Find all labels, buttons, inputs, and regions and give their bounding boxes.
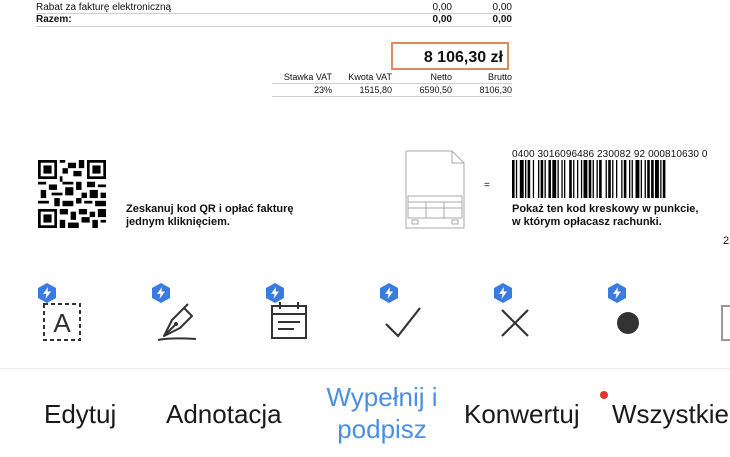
summary-row-total: Razem: 0,00 0,00 xyxy=(36,14,512,26)
total-amount[interactable]: 8 106,30 zł xyxy=(391,42,509,70)
divider xyxy=(272,96,512,97)
bill-icon xyxy=(405,150,465,229)
divider xyxy=(272,83,512,84)
vat-cell: 1515,80 xyxy=(359,85,392,95)
vat-header: Stawka VAT xyxy=(283,72,332,82)
vat-header: Kwota VAT xyxy=(348,72,392,82)
premium-badge-icon xyxy=(494,283,512,303)
square-icon xyxy=(721,305,730,341)
premium-badge-icon xyxy=(266,283,284,303)
barcode-icon xyxy=(512,160,666,198)
document-page: Rabat za fakturę elektroniczną 0,00 0,00… xyxy=(0,0,730,262)
qr-caption: Zeskanuj kod QR i opłać fakturę jednym k… xyxy=(126,203,294,228)
vat-cell: 8106,30 xyxy=(479,85,512,95)
tab-annotation[interactable]: Adnotacja xyxy=(166,399,282,430)
dot-tool[interactable] xyxy=(606,282,666,342)
vat-header: Brutto xyxy=(487,72,512,82)
divider xyxy=(36,26,512,27)
summary-value: 0,00 xyxy=(432,14,452,25)
tab-edit[interactable]: Edytuj xyxy=(44,399,116,430)
summary-label: Razem: xyxy=(36,14,72,25)
vat-cell: 6590,50 xyxy=(419,85,452,95)
vat-header: Netto xyxy=(430,72,452,82)
svg-text:A: A xyxy=(53,308,71,338)
vat-cell: 23% xyxy=(313,85,332,95)
premium-badge-icon xyxy=(380,283,398,303)
signature-tool[interactable] xyxy=(150,282,210,342)
bottom-tab-bar: Edytuj Adnotacja Wypełnij i podpisz Konw… xyxy=(0,368,730,457)
page-number: 2 xyxy=(723,235,730,247)
barcode-caption: Pokaż ten kod kreskowy w punkcie, w któr… xyxy=(512,203,699,228)
square-tool[interactable] xyxy=(716,282,730,342)
text-field-tool[interactable]: A xyxy=(36,282,96,342)
date-tool[interactable] xyxy=(264,282,324,342)
premium-badge-icon xyxy=(608,283,626,303)
tab-all[interactable]: Wszystkie xyxy=(612,399,730,430)
summary-value: 0,00 xyxy=(492,14,512,25)
cross-tool[interactable] xyxy=(492,282,552,342)
tab-fill-sign[interactable]: Wypełnij i podpisz xyxy=(314,381,450,445)
equals-sign: = xyxy=(484,180,490,191)
premium-badge-icon xyxy=(38,283,56,303)
tab-convert[interactable]: Konwertuj xyxy=(464,399,580,430)
fill-sign-toolbar: A xyxy=(0,262,730,368)
checkmark-tool[interactable] xyxy=(378,282,438,342)
qr-code-icon xyxy=(38,160,106,228)
barcode-number: 0400 3016096486 230082 92 000810630 0 xyxy=(512,149,708,160)
premium-badge-icon xyxy=(152,283,170,303)
notification-dot xyxy=(600,391,608,399)
